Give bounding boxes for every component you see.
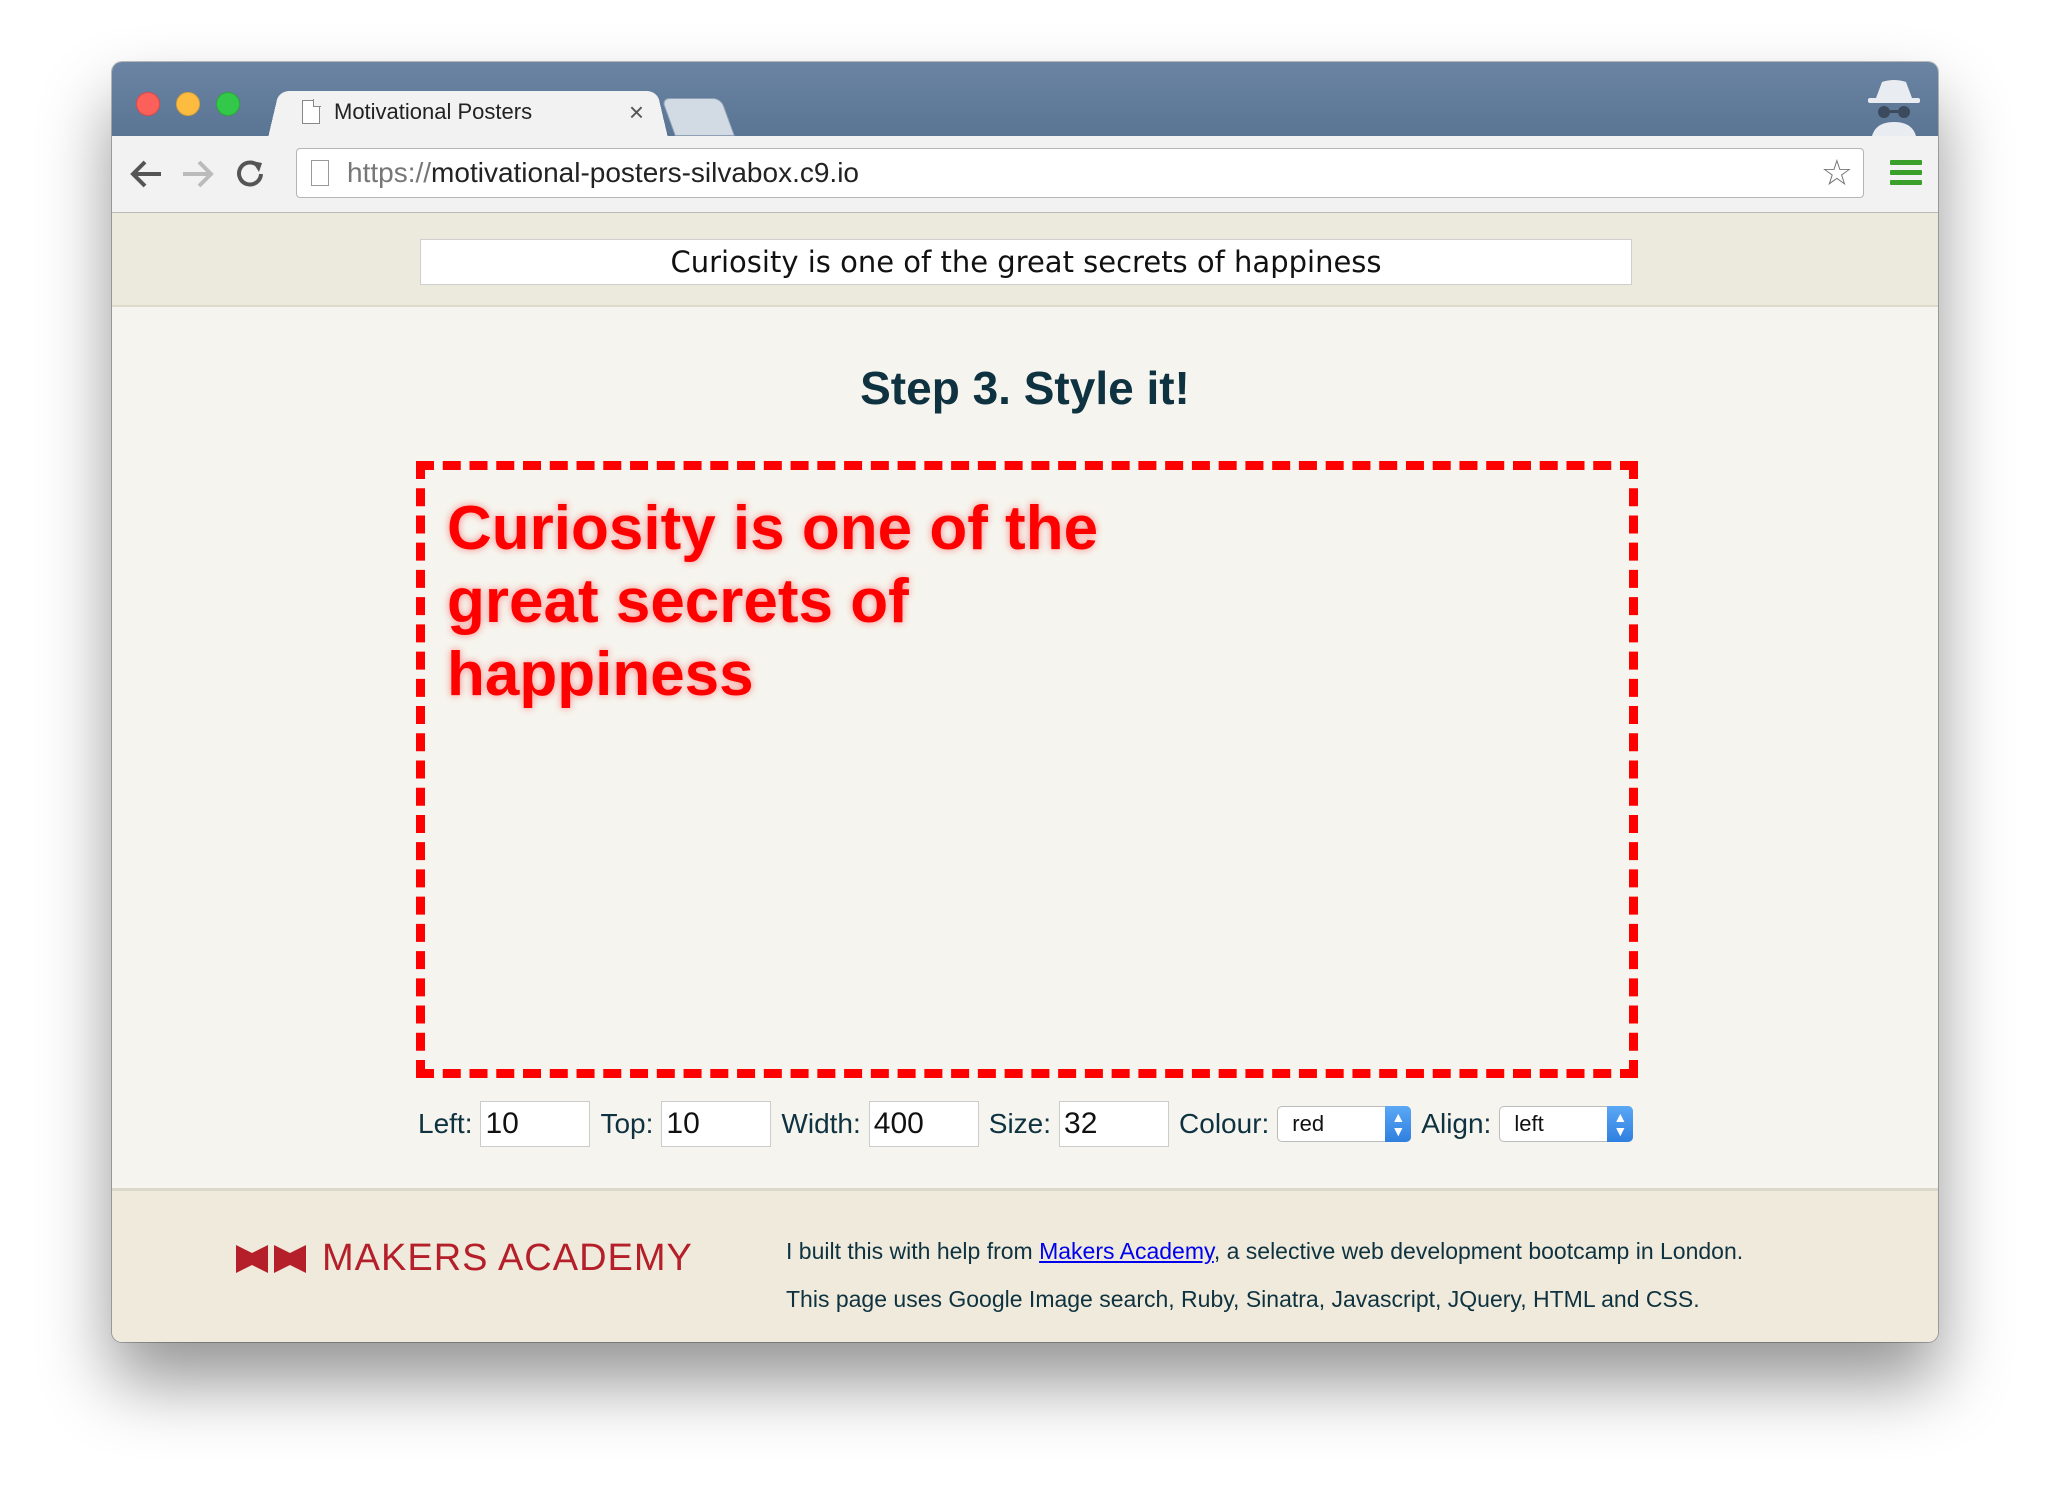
logo-text: MAKERS ACADEMY bbox=[322, 1237, 693, 1279]
colour-select-value: red bbox=[1292, 1111, 1325, 1136]
page-icon bbox=[302, 99, 321, 124]
makers-logo-icon bbox=[236, 1243, 308, 1275]
align-label: Align: bbox=[1421, 1108, 1492, 1139]
url-scheme: https:// bbox=[347, 157, 432, 188]
address-bar[interactable]: https://motivational-posters-silvabox.c9… bbox=[296, 148, 1864, 198]
footer-line-1-suffix: , a selective web development bootcamp i… bbox=[1213, 1238, 1744, 1264]
width-label: Width: bbox=[781, 1108, 861, 1139]
footer-line-1: I built this with help from Makers Acade… bbox=[786, 1227, 1743, 1275]
reload-icon[interactable] bbox=[230, 154, 270, 194]
url-text[interactable]: https://motivational-posters-silvabox.c9… bbox=[347, 157, 1821, 189]
select-arrows-icon: ▲ ▼ bbox=[1607, 1106, 1634, 1142]
footer-text: I built this with help from Makers Acade… bbox=[786, 1227, 1743, 1323]
forward-arrow-icon[interactable] bbox=[178, 154, 218, 194]
align-select-value: left bbox=[1514, 1111, 1544, 1136]
poster-preview: Curiosity is one of the great secrets of… bbox=[416, 461, 1638, 1078]
colour-select[interactable]: red ▲ ▼ bbox=[1277, 1106, 1412, 1142]
footer-line-2: This page uses Google Image search, Ruby… bbox=[786, 1286, 1700, 1312]
page-icon bbox=[311, 160, 329, 186]
tab-close-icon[interactable]: × bbox=[629, 97, 644, 128]
top-input[interactable]: 10 bbox=[661, 1101, 772, 1147]
browser-window: Motivational Posters × https://motivatio… bbox=[112, 62, 1938, 1342]
back-arrow-icon[interactable] bbox=[126, 154, 166, 194]
new-tab-button[interactable] bbox=[661, 98, 735, 136]
bookmark-star-icon[interactable]: ☆ bbox=[1821, 152, 1853, 194]
footer-line-1-prefix: I built this with help from bbox=[786, 1238, 1040, 1264]
align-select[interactable]: left ▲ ▼ bbox=[1499, 1106, 1634, 1142]
window-close-button[interactable] bbox=[136, 92, 160, 116]
hamburger-menu-icon[interactable] bbox=[1890, 160, 1922, 190]
quote-input[interactable]: Curiosity is one of the great secrets of… bbox=[420, 239, 1632, 285]
makers-academy-link[interactable]: Makers Academy bbox=[1039, 1238, 1214, 1264]
page-content: Curiosity is one of the great secrets of… bbox=[112, 213, 1938, 1342]
left-label: Left: bbox=[418, 1108, 473, 1139]
select-arrows-icon: ▲ ▼ bbox=[1385, 1106, 1412, 1142]
poster-text: Curiosity is one of the great secrets of… bbox=[447, 494, 1099, 709]
footer: MAKERS ACADEMY I built this with help fr… bbox=[112, 1188, 1938, 1342]
size-label: Size: bbox=[988, 1108, 1052, 1139]
url-host: motivational-posters-silvabox.c9.io bbox=[431, 157, 860, 188]
incognito-icon bbox=[1862, 76, 1926, 136]
width-input[interactable]: 400 bbox=[868, 1101, 979, 1147]
tab-title: Motivational Posters bbox=[334, 99, 533, 124]
top-label: Top: bbox=[600, 1108, 654, 1139]
browser-toolbar: https://motivational-posters-silvabox.c9… bbox=[112, 136, 1938, 213]
step-title: Step 3. Style it! bbox=[860, 362, 1190, 414]
left-input[interactable]: 10 bbox=[480, 1101, 591, 1147]
colour-label: Colour: bbox=[1179, 1108, 1270, 1139]
header-band: Curiosity is one of the great secrets of… bbox=[112, 213, 1938, 307]
browser-tab-content[interactable]: Motivational Posters × bbox=[288, 88, 658, 136]
makers-academy-logo: MAKERS ACADEMY bbox=[236, 1237, 693, 1280]
style-controls: Left: 10 Top: 10 Width: 400 Size: 32 Col… bbox=[418, 1099, 1648, 1149]
tab-strip: Motivational Posters × bbox=[112, 62, 1938, 138]
size-input[interactable]: 32 bbox=[1059, 1101, 1170, 1147]
window-maximize-button[interactable] bbox=[216, 92, 240, 116]
window-minimize-button[interactable] bbox=[176, 92, 200, 116]
